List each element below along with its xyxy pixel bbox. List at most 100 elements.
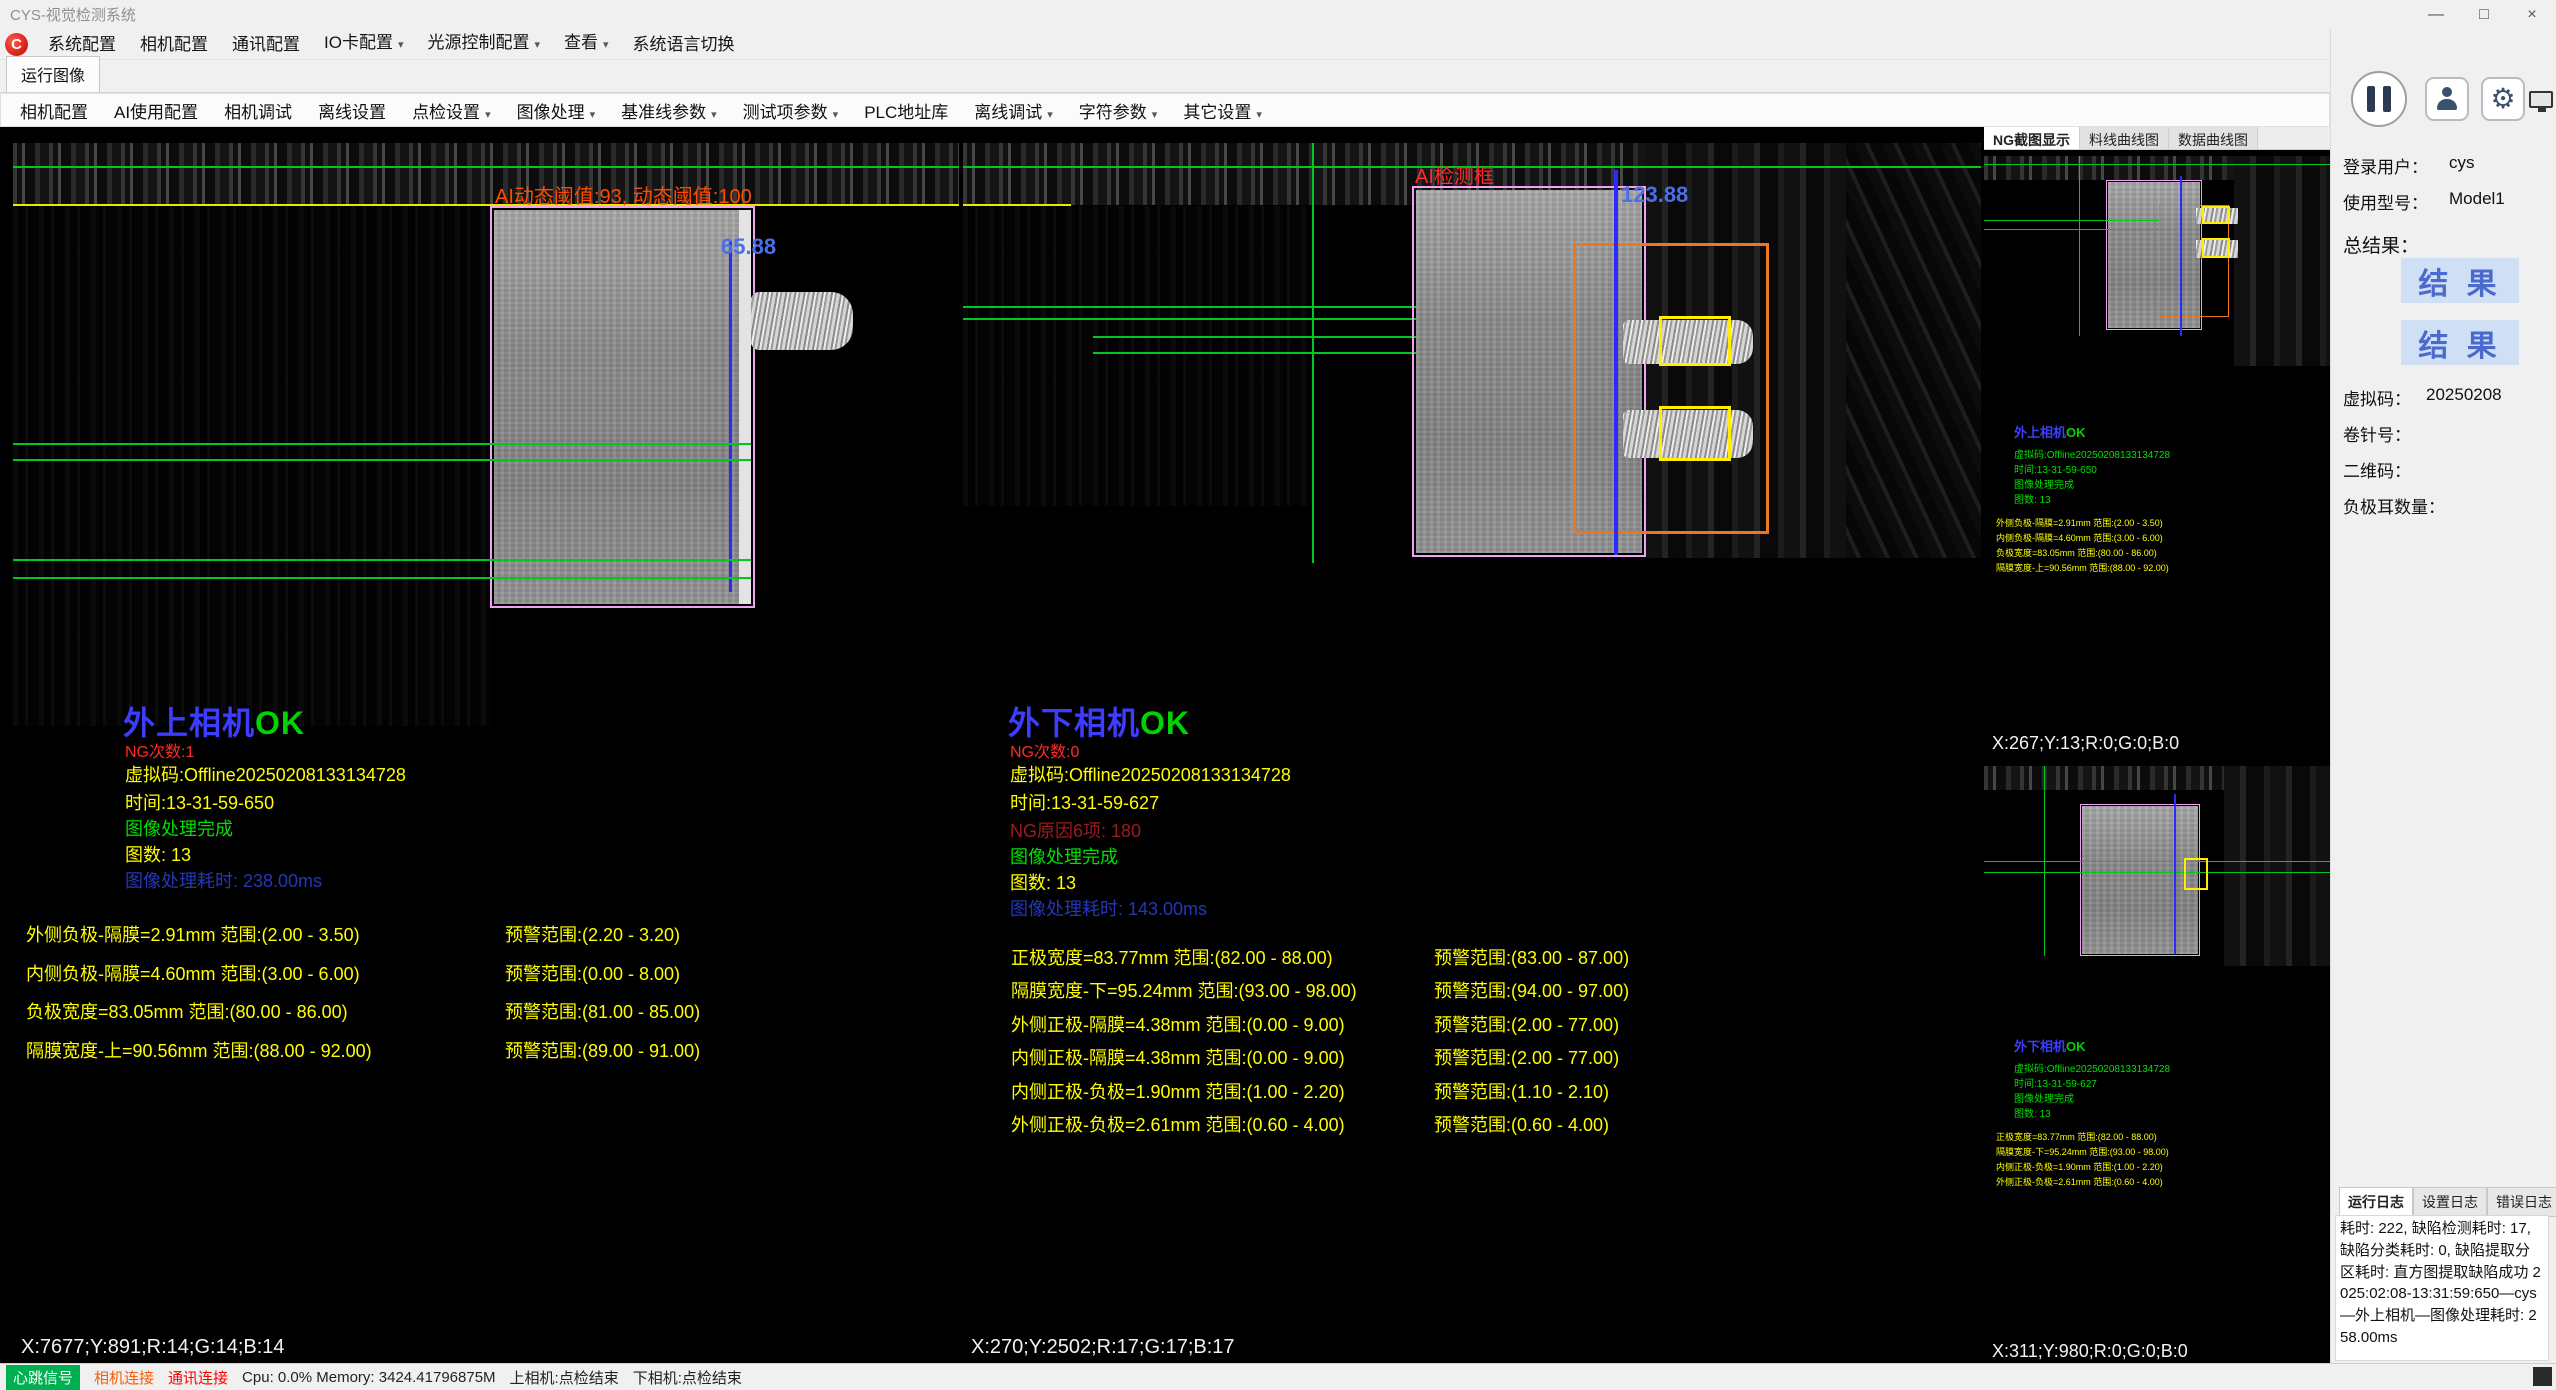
login-user-value: cys (2449, 153, 2475, 173)
tool-testitem-params[interactable]: 测试项参数 (732, 94, 850, 127)
tool-baseline-params[interactable]: 基准线参数 (610, 94, 728, 127)
thumb1-measure: 负极宽度=83.05mm 范围:(80.00 - 86.00) (1996, 546, 2157, 559)
menu-label: 系统配置 (48, 35, 116, 54)
menu-bar: C 系统配置 相机配置 通讯配置 IO卡配置 光源控制配置 查看 系统语言切换 (0, 29, 2556, 60)
cam2-baseline-yellow (963, 204, 1071, 206)
ng-thumbnail-2[interactable]: 外下相机OK 虚拟码:Offline20250208133134728 时间:1… (1984, 766, 2330, 1336)
cam1-ai-threshold-label: AI动态阈值:93, 动态阈值:100 (495, 180, 752, 209)
result-badge-2: 结 果 (2401, 320, 2519, 365)
tab-data-curve[interactable]: 数据曲线图 (2169, 127, 2258, 149)
cam2-frame-count: 图数: 13 (1010, 869, 1076, 895)
status-bar: 心跳信号 相机连接 通讯连接 Cpu: 0.0% Memory: 3424.41… (0, 1363, 2556, 1390)
measure-left: 正极宽度=83.77mm 范围:(82.00 - 88.00) (1011, 944, 1333, 970)
cam1-measure-line-green (13, 459, 751, 461)
measure-right: 预警范围:(81.00 - 85.00) (505, 998, 700, 1024)
tool-offline-debug[interactable]: 离线调试 (963, 94, 1064, 127)
menu-label: 通讯配置 (232, 35, 300, 54)
tab-material-curve[interactable]: 料线曲线图 (2080, 127, 2169, 149)
settings-button[interactable]: ⚙ (2481, 77, 2525, 121)
thumb2-info: 图像处理完成 (2014, 1090, 2074, 1105)
tool-label: 测试项参数 (743, 103, 828, 122)
menu-label: 系统语言切换 (633, 35, 735, 54)
tool-camera-debug[interactable]: 相机调试 (213, 94, 303, 127)
roll-pin-label: 卷针号： (2343, 421, 2411, 446)
menu-language-switch[interactable]: 系统语言切换 (621, 29, 747, 60)
measure-left: 内侧负极-隔膜=4.60mm 范围:(3.00 - 6.00) (26, 960, 360, 986)
cam1-measure-line-green (13, 559, 751, 561)
run-log-text: 耗时: 222, 缺陷检测耗时: 17, 缺陷分类耗时: 0, 缺陷提取分区耗时… (2335, 1215, 2549, 1361)
menu-label: 查看 (564, 33, 598, 52)
thumb2-info: 图数: 13 (2014, 1105, 2051, 1120)
thumb1-coords: X:267;Y:13;R:0;G:0;B:0 (1992, 733, 2179, 754)
minimize-icon[interactable]: — (2412, 0, 2460, 29)
tool-other-settings[interactable]: 其它设置 (1172, 94, 1273, 127)
menu-view[interactable]: 查看 (552, 27, 621, 61)
model-label: 使用型号： (2343, 189, 2428, 214)
cam2-ai-box-label: AI检测框 (1415, 160, 1494, 189)
result-badge-1: 结 果 (2401, 258, 2519, 303)
thumb1-info: 时间:13-31-59-650 (2014, 461, 2097, 476)
ng-thumbnail-1[interactable]: 外上相机OK 虚拟码:Offline20250208133134728 时间:1… (1984, 150, 2330, 726)
cam1-metal-tab (751, 292, 853, 350)
cam1-process-done: 图像处理完成 (125, 815, 233, 841)
cam1-bright-strip (739, 210, 751, 604)
thumb1-info: 图数: 13 (2014, 491, 2051, 506)
thumb2-blue-line (2174, 794, 2176, 954)
cam2-ng-reason: NG原因6项: 180 (1010, 817, 1141, 843)
tab-error-log[interactable]: 错误日志 (2487, 1187, 2556, 1217)
cam1-cursor-coords: X:7677;Y:891;R:14;G:14;B:14 (21, 1336, 285, 1359)
thumb1-title-name: 外上相机 (2014, 425, 2066, 440)
tool-label: AI使用配置 (114, 103, 198, 122)
thumb1-machinery (2234, 156, 2330, 366)
menu-comm-config[interactable]: 通讯配置 (220, 29, 312, 60)
cam1-baseline-yellow (13, 204, 959, 206)
cam2-cursor-coords: X:270;Y:2502;R:17;G:17;B:17 (971, 1336, 1235, 1359)
measure-left: 外侧负极-隔膜=2.91mm 范围:(2.00 - 3.50) (26, 921, 360, 947)
tool-ai-use-config[interactable]: AI使用配置 (103, 94, 209, 127)
thumb1-title: 外上相机OK (2014, 422, 2086, 441)
tray-icon[interactable] (2533, 1367, 2552, 1386)
model-value: Model1 (2449, 189, 2505, 209)
menu-system-config[interactable]: 系统配置 (36, 29, 128, 60)
tool-image-processing[interactable]: 图像处理 (506, 94, 607, 127)
maximize-icon[interactable]: □ (2460, 0, 2508, 29)
tab-settings-log[interactable]: 设置日志 (2413, 1187, 2487, 1217)
thumb1-info: 虚拟码:Offline20250208133134728 (2014, 446, 2170, 461)
cam1-title-status: OK (255, 705, 305, 741)
tool-offline-settings[interactable]: 离线设置 (307, 94, 397, 127)
side-panel: ⚙ 登录用户： cys 使用型号： Model1 总结果： 结 果 结 果 虚拟… (2330, 29, 2556, 1363)
measure-right: 预警范围:(94.00 - 97.00) (1434, 977, 1629, 1003)
pause-button[interactable] (2351, 71, 2407, 127)
tool-plc-address[interactable]: PLC地址库 (853, 94, 959, 127)
window-controls: — □ × (2412, 0, 2556, 29)
thumb2-title-status: OK (2066, 1039, 2086, 1054)
menu-light-control-config[interactable]: 光源控制配置 (415, 27, 552, 61)
tab-run-log[interactable]: 运行日志 (2339, 1187, 2413, 1217)
thumb2-info: 时间:13-31-59-627 (2014, 1075, 2097, 1090)
thumb1-green-line (1984, 220, 2159, 221)
thumb2-measure: 正极宽度=83.77mm 范围:(82.00 - 88.00) (1996, 1130, 2157, 1143)
tool-camera-config[interactable]: 相机配置 (9, 94, 99, 127)
tool-spotcheck-settings[interactable]: 点检设置 (401, 94, 502, 127)
thumb2-title: 外下相机OK (2014, 1036, 2086, 1055)
measure-left: 内侧正极-隔膜=4.38mm 范围:(0.00 - 9.00) (1011, 1044, 1345, 1070)
tab-ng-screenshot[interactable]: NG截图显示 (1984, 127, 2080, 149)
cam1-ng-count: NG次数:1 (125, 738, 194, 762)
cam2-defect-box-2 (1659, 406, 1731, 461)
close-icon[interactable]: × (2508, 0, 2556, 29)
tab-run-image[interactable]: 运行图像 (6, 56, 100, 92)
thumb2-green-line (1984, 872, 2330, 873)
menu-camera-config[interactable]: 相机配置 (128, 29, 220, 60)
cam2-virtual-code: 虚拟码:Offline20250208133134728 (1010, 761, 1291, 787)
measure-right: 预警范围:(89.00 - 91.00) (505, 1037, 700, 1063)
camera-view-upper[interactable]: AI动态阈值:93, 动态阈值:100 65.88 外上相机OK NG次数:1 … (13, 130, 959, 1363)
camera-view-lower[interactable]: AI检测框 123.88 外下相机OK NG次数:0 虚拟码:Offline20… (963, 130, 1981, 1363)
measure-right: 预警范围:(2.00 - 77.00) (1434, 1011, 1619, 1037)
cam1-baseline-green (13, 166, 959, 168)
monitor-icon[interactable] (2529, 91, 2553, 108)
tool-char-params[interactable]: 字符参数 (1068, 94, 1169, 127)
user-button[interactable] (2425, 77, 2469, 121)
thumb1-blue-line (2180, 176, 2182, 336)
virtual-code-value: 20250208 (2426, 385, 2502, 405)
menu-io-card-config[interactable]: IO卡配置 (312, 27, 415, 61)
